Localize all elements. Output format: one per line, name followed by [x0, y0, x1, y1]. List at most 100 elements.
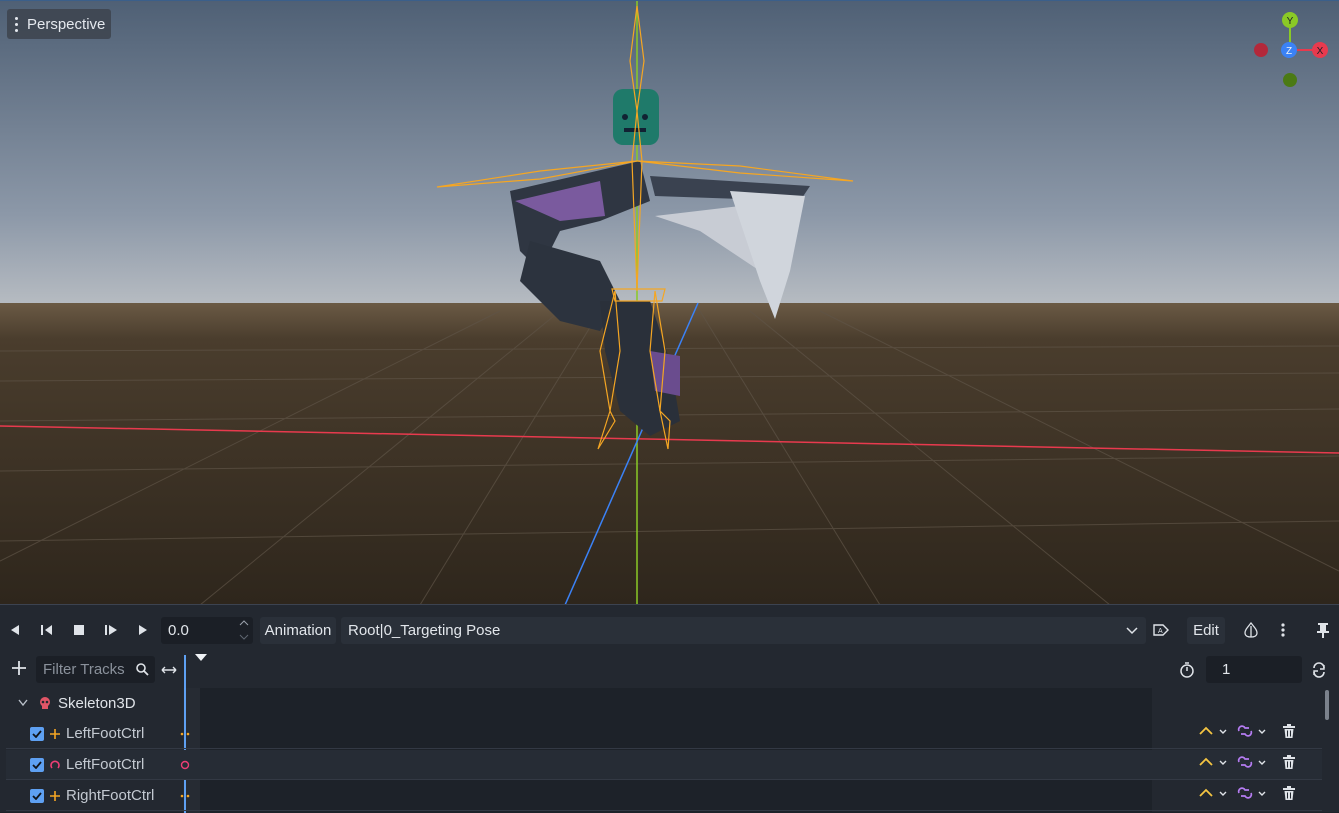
loop-wrap-mode-button[interactable] [1235, 719, 1271, 743]
loop-wrap-icon [1237, 725, 1266, 737]
checkmark-icon [32, 760, 42, 769]
animation-name: Root|0_Targeting Pose [348, 622, 501, 639]
playhead-handle-icon[interactable] [195, 654, 207, 662]
animation-menu-label: Animation [264, 622, 332, 639]
autoplay-on-load-button[interactable]: A [1148, 617, 1174, 643]
play-from-start-button[interactable] [98, 617, 124, 643]
stop-icon [74, 625, 84, 635]
checkmark-icon [32, 791, 42, 800]
kebab-menu-icon [11, 16, 21, 32]
horizontal-resize-icon [161, 666, 177, 674]
interpolation-curve-icon [1199, 757, 1227, 766]
pin-icon [1317, 623, 1329, 638]
track-row[interactable]: LeftFootCtrl [6, 719, 1322, 749]
loop-wrap-mode-button[interactable] [1235, 750, 1271, 774]
trash-icon [1283, 755, 1295, 769]
track-enabled-checkbox[interactable] [30, 757, 44, 772]
play-backwards-icon [11, 625, 19, 635]
track-group-skeleton[interactable]: Skeleton3D [6, 688, 1322, 718]
track-enabled-checkbox[interactable] [30, 788, 44, 803]
play-backwards-from-end-button[interactable] [34, 617, 60, 643]
animation-select[interactable]: Root|0_Targeting Pose [341, 617, 1146, 644]
spin-arrows-icon[interactable] [239, 617, 249, 643]
loop-wrap-icon [1237, 756, 1266, 768]
track-enabled-checkbox[interactable] [30, 726, 44, 741]
checkmark-icon [32, 729, 42, 738]
timeline-header: Filter Tracks 01234567891012141618202224… [0, 653, 1339, 725]
loop-icon [1313, 662, 1325, 678]
scene-render [0, 1, 1339, 604]
trash-icon [1283, 786, 1295, 800]
gizmo-y-label: Y [1287, 16, 1294, 27]
perspective-label: Perspective [27, 15, 106, 33]
animation-menu-button[interactable]: Animation [260, 617, 336, 644]
snap-step-field[interactable]: 1 [1206, 656, 1302, 683]
skeleton-node-name: Skeleton3D [58, 694, 136, 712]
add-track-button[interactable] [6, 655, 32, 681]
collapse-chevron-icon[interactable] [18, 699, 28, 707]
onion-skin-button[interactable] [1238, 617, 1264, 643]
kebab-menu-icon [1281, 623, 1285, 637]
track-row[interactable]: RightFootCtrl [6, 781, 1322, 811]
stopwatch-icon [1180, 662, 1194, 678]
animation-panel: 0.0 Animation Root|0_Targeting Pose A Ed… [0, 604, 1339, 813]
search-icon [136, 663, 149, 676]
rotation-track-type-icon [180, 760, 190, 769]
skeleton-node-icon [40, 697, 50, 709]
track-row[interactable]: LeftFootCtrl [6, 750, 1322, 780]
gizmo-neg-y-axis[interactable] [1283, 73, 1297, 87]
interpolation-mode-button[interactable] [1196, 781, 1232, 805]
remove-track-button[interactable] [1278, 781, 1300, 805]
edit-menu-button[interactable]: Edit [1187, 617, 1225, 644]
time-value: 0.0 [168, 622, 189, 639]
play-backwards-from-end-icon [41, 625, 52, 635]
chevron-down-icon [1126, 627, 1138, 635]
time-spinbox[interactable]: 0.0 [161, 617, 253, 644]
scrollbar-thumb[interactable] [1325, 690, 1329, 720]
loop-toggle-button[interactable] [1306, 657, 1332, 683]
interpolation-mode-button[interactable] [1196, 750, 1232, 774]
snap-step-value: 1 [1222, 661, 1231, 678]
track-name: LeftFootCtrl [66, 725, 145, 742]
stop-button[interactable] [66, 617, 92, 643]
gizmo-neg-x-axis[interactable] [1254, 43, 1268, 57]
filter-tracks-input[interactable]: Filter Tracks [36, 656, 155, 683]
perspective-menu-button[interactable]: Perspective [7, 9, 112, 39]
fit-timeline-button[interactable] [156, 657, 182, 683]
trash-icon [1283, 724, 1295, 738]
orientation-gizmo[interactable]: Y X Z [1246, 9, 1336, 99]
filter-tracks-placeholder: Filter Tracks [43, 661, 125, 678]
track-name: RightFootCtrl [66, 787, 155, 804]
play-button[interactable] [130, 617, 156, 643]
play-backwards-button[interactable] [2, 617, 28, 643]
position-track-icon [50, 790, 60, 801]
interpolation-curve-icon [1199, 788, 1227, 797]
autoplay-tag-icon: A [1153, 624, 1169, 636]
plus-icon [12, 661, 26, 675]
play-icon [139, 625, 147, 635]
snap-timer-button[interactable] [1174, 657, 1200, 683]
loop-wrap-mode-button[interactable] [1235, 781, 1271, 805]
svg-text:A: A [1158, 628, 1163, 635]
rotation-track-icon [50, 760, 60, 769]
edit-menu-label: Edit [1193, 622, 1219, 639]
interpolation-curve-icon [1199, 726, 1227, 735]
onion-options-button[interactable] [1270, 617, 1296, 643]
pin-panel-button[interactable] [1310, 617, 1336, 643]
gizmo-x-label: X [1317, 46, 1324, 57]
gizmo-z-label: Z [1286, 46, 1292, 57]
animation-toolbar: 0.0 Animation Root|0_Targeting Pose A Ed… [0, 613, 1339, 647]
position-track-icon [50, 728, 60, 739]
interpolation-mode-button[interactable] [1196, 719, 1232, 743]
remove-track-button[interactable] [1278, 719, 1300, 743]
loop-wrap-icon [1237, 787, 1266, 799]
3d-viewport[interactable]: Perspective Y X Z [0, 0, 1339, 604]
position-track-type-icon [180, 732, 190, 735]
position-track-type-icon [180, 794, 190, 797]
remove-track-button[interactable] [1278, 750, 1300, 774]
onion-skin-icon [1244, 622, 1258, 638]
play-from-start-icon [105, 625, 117, 635]
track-name: LeftFootCtrl [66, 756, 145, 773]
track-list: Skeleton3D LeftFootCtrl LeftFootCtrl Rig… [6, 688, 1322, 813]
track-scrollbar[interactable] [1324, 688, 1330, 808]
